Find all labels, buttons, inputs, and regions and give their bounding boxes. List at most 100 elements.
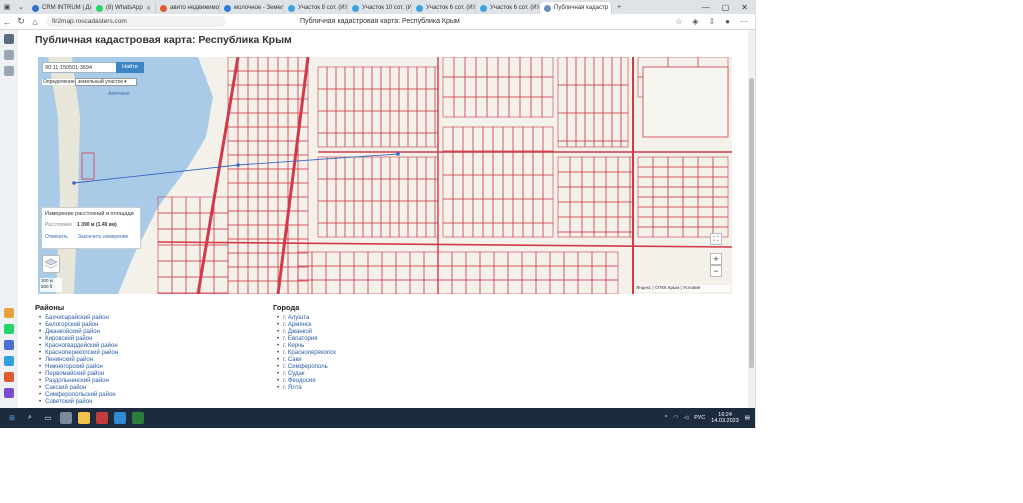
district-link[interactable]: Джанкойский район — [39, 329, 118, 336]
district-link[interactable]: Кировский район — [39, 336, 118, 343]
volume-icon[interactable]: ◁ — [684, 415, 688, 421]
page-heading: Публичная кадастровая карта: Республика … — [35, 34, 292, 46]
sidebar-panel-icon[interactable] — [4, 34, 14, 44]
find-button[interactable]: Найти — [116, 62, 144, 73]
tab-label: CRM INTRUM | Дом — [42, 5, 92, 11]
browser-tab[interactable]: молочное - Земель✕ — [220, 2, 284, 14]
define-select[interactable]: земельный участок ▾ — [75, 78, 137, 86]
sidebar-telegram-icon[interactable] — [4, 356, 14, 366]
tray-arrow-icon[interactable]: ^ — [665, 415, 668, 421]
tab-favicon-icon — [544, 4, 551, 12]
district-link[interactable]: Нижнегорский район — [39, 364, 118, 371]
bookmark-icon[interactable]: ☆ — [675, 17, 682, 26]
tab-label: (8) WhatsApp — [106, 5, 143, 11]
clock[interactable]: 16:24 14.03.2023 — [711, 412, 739, 424]
notifications-icon[interactable]: ▤ — [745, 415, 750, 421]
districts-list: Бахчисарайский районБелогорский районДжа… — [35, 315, 118, 406]
tab-label: Участок 10 сот. (И — [362, 5, 412, 11]
menu-icon[interactable]: ⋯ — [740, 17, 748, 26]
yandex-browser-icon[interactable] — [78, 412, 90, 424]
tab-label: Участок 6 сот. (ИЖ — [490, 5, 540, 11]
downloads-icon[interactable]: ⇩ — [708, 17, 715, 26]
map-canvas[interactable]: Акпечное — [38, 57, 732, 294]
city-link[interactable]: г. Саки — [277, 357, 336, 364]
window-controls: — ▢ ✕ — [702, 3, 755, 12]
layers-button[interactable] — [42, 255, 60, 273]
window-menu-icon[interactable]: ▣ — [0, 0, 14, 14]
district-link[interactable]: Симферопольский район — [39, 392, 118, 399]
start-icon[interactable]: ⊞ — [6, 412, 18, 424]
page-scrollbar[interactable] — [748, 30, 755, 408]
define-label: Определение: — [42, 79, 78, 85]
city-link[interactable]: г. Красноперекопск — [277, 350, 336, 357]
district-link[interactable]: Сакский район — [39, 385, 118, 392]
tab-search-icon[interactable]: ⌄ — [14, 0, 28, 14]
sidebar-whatsapp-icon[interactable] — [4, 324, 14, 334]
browser-tab[interactable]: Участок 10 сот. (И✕ — [348, 2, 412, 14]
fullscreen-button[interactable]: ⛶ — [710, 233, 722, 245]
district-link[interactable]: Красногвардейский район — [39, 343, 118, 350]
network-icon[interactable]: ◠ — [673, 415, 678, 421]
search-icon[interactable]: ⌕ — [24, 412, 36, 424]
district-link[interactable]: Ленинский район — [39, 357, 118, 364]
browser-tab[interactable]: Участок 8 сот. (ИЖ✕ — [284, 2, 348, 14]
profile-icon[interactable]: ● — [725, 17, 730, 26]
define-select-value: земельный участок — [78, 79, 123, 85]
city-link[interactable]: г. Судак — [277, 371, 336, 378]
city-link[interactable]: г. Ялта — [277, 385, 336, 392]
home-icon[interactable]: ⌂ — [28, 17, 42, 27]
measure-cancel-link[interactable]: Отменить — [45, 234, 68, 240]
new-tab-button[interactable]: + — [612, 0, 626, 14]
sidebar-download-icon[interactable] — [4, 66, 14, 76]
cadastral-map[interactable]: Акпечное 90:11:150501:3694 Найти Определ… — [38, 57, 732, 294]
maximize-icon[interactable]: ▢ — [722, 3, 730, 12]
extensions-icon[interactable]: ◈ — [692, 17, 698, 26]
back-icon[interactable]: ← — [0, 17, 14, 27]
sidebar-app-icon[interactable] — [4, 388, 14, 398]
measure-point — [236, 163, 240, 167]
language-indicator[interactable]: РУС — [694, 415, 705, 421]
sidebar-folder-icon[interactable] — [4, 308, 14, 318]
browser-tab[interactable]: (8) WhatsApp ✕ — [92, 2, 156, 14]
city-link[interactable]: г. Армянск — [277, 322, 336, 329]
explorer-icon[interactable] — [60, 412, 72, 424]
excel-icon[interactable] — [132, 412, 144, 424]
tab-favicon-icon — [160, 4, 167, 12]
system-tray: ^ ◠ ◁ РУС 16:24 14.03.2023 ▤ — [665, 412, 755, 424]
page-title: Публичная кадастровая карта: Республика … — [300, 18, 460, 25]
city-link[interactable]: г. Алушта — [277, 315, 336, 322]
browser-tab[interactable]: CRM INTRUM | Дом✕ — [28, 2, 92, 14]
browser-tab[interactable]: авито недвижимость✕ — [156, 2, 220, 14]
district-link[interactable]: Раздольненский район — [39, 378, 118, 385]
city-link[interactable]: г. Симферополь — [277, 364, 336, 371]
zoom-out-button[interactable]: − — [710, 265, 722, 277]
district-link[interactable]: Первомайский район — [39, 371, 118, 378]
city-link[interactable]: г. Евпатория — [277, 336, 336, 343]
chrome-icon[interactable] — [114, 412, 126, 424]
tab-close-icon[interactable]: ✕ — [146, 5, 151, 12]
browser-tab[interactable]: Участок 6 сот. (ИЖ✕ — [476, 2, 540, 14]
zoom-in-button[interactable]: + — [710, 253, 722, 265]
url-field[interactable]: fir2map.roscadasters.com — [46, 16, 226, 27]
close-window-icon[interactable]: ✕ — [741, 3, 748, 12]
minimize-icon[interactable]: — — [702, 3, 710, 12]
tab-favicon-icon — [480, 4, 487, 12]
app-icon[interactable] — [96, 412, 108, 424]
measure-finish-link[interactable]: Закончить измерение — [78, 234, 128, 240]
task-view-icon[interactable]: ▭ — [42, 412, 54, 424]
city-link[interactable]: г. Джанкой — [277, 329, 336, 336]
district-link[interactable]: Советский район — [39, 399, 118, 406]
sidebar-messenger-icon[interactable] — [4, 340, 14, 350]
browser-tab[interactable]: Участок 6 сот. (ИЖ✕ — [412, 2, 476, 14]
reload-icon[interactable]: ↻ — [14, 16, 28, 27]
city-link[interactable]: г. Феодосия — [277, 378, 336, 385]
scrollbar-thumb[interactable] — [749, 78, 754, 368]
district-link[interactable]: Белогорский район — [39, 322, 118, 329]
district-link[interactable]: Красноперекопский район — [39, 350, 118, 357]
tab-favicon-icon — [32, 4, 39, 12]
city-link[interactable]: г. Керчь — [277, 343, 336, 350]
sidebar-app-icon[interactable] — [4, 372, 14, 382]
district-link[interactable]: Бахчисарайский район — [39, 315, 118, 322]
sidebar-history-icon[interactable] — [4, 50, 14, 60]
browser-tab[interactable]: Публичная кадастр✕ — [540, 2, 612, 14]
